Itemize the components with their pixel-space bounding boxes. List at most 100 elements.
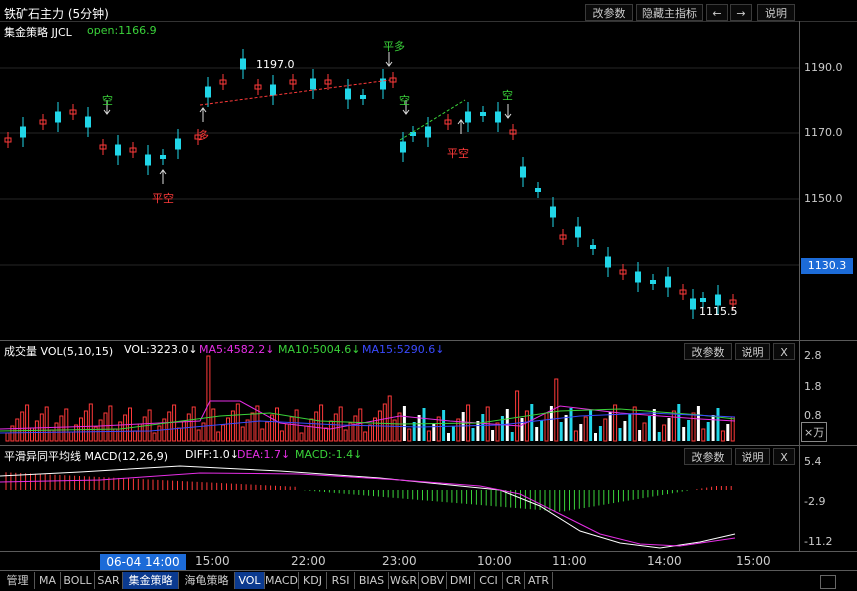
volume-bar xyxy=(324,427,328,442)
time-label-1400: 14:00 xyxy=(647,554,682,568)
candle-body xyxy=(495,111,501,123)
params-button[interactable]: 改参数 xyxy=(585,4,633,21)
time-cursor-badge: 06-04 14:00 xyxy=(100,554,186,570)
tab-0[interactable]: 管理 xyxy=(1,572,35,589)
candle-body xyxy=(115,144,121,156)
tab-13[interactable]: DMI xyxy=(447,572,475,589)
volume-bar xyxy=(652,409,656,441)
tab-15[interactable]: CR xyxy=(503,572,525,589)
volume-bar xyxy=(216,431,221,442)
hide-indicator-button[interactable]: 隐藏主指标 xyxy=(636,4,703,21)
volume-bar xyxy=(422,408,426,441)
signal-kong-1: 空 xyxy=(102,94,113,107)
volume-bar xyxy=(530,404,534,441)
back-arrow-icon[interactable]: ← xyxy=(706,4,728,21)
volume-bar xyxy=(417,415,421,441)
candle-body xyxy=(20,126,26,138)
volume-bar xyxy=(642,422,647,442)
tab-7[interactable]: MACD xyxy=(265,572,299,589)
candle-body xyxy=(535,188,541,192)
volume-bar xyxy=(638,430,642,441)
help-button[interactable]: 说明 xyxy=(757,4,795,21)
volume-bar xyxy=(682,427,686,441)
volume-bar xyxy=(265,421,270,442)
volume-bar xyxy=(598,426,602,441)
volume-bar xyxy=(206,355,211,442)
volume-bar xyxy=(88,403,93,442)
volume-bar xyxy=(59,415,64,442)
volume-bar xyxy=(407,428,412,442)
candle-body xyxy=(205,86,211,98)
volume-bar xyxy=(520,418,524,441)
volume-bar xyxy=(177,427,181,442)
volume-bar xyxy=(447,433,450,441)
volume-bar xyxy=(279,430,284,442)
volume-label-2-8: 2.8 xyxy=(804,349,822,362)
tab-12[interactable]: OBV xyxy=(419,572,447,589)
candle-body xyxy=(240,58,246,70)
volume-bar xyxy=(250,412,255,442)
volume-bar xyxy=(726,424,730,441)
volume-bar xyxy=(554,378,559,442)
volume-bar xyxy=(491,430,495,441)
volume-bar xyxy=(573,430,578,442)
candle-body xyxy=(480,112,486,116)
tabs-border xyxy=(0,570,857,571)
candle-body xyxy=(650,280,656,284)
tab-11[interactable]: W&R xyxy=(389,572,419,589)
resize-grip-icon[interactable] xyxy=(820,575,836,589)
volume-bar xyxy=(103,412,108,442)
tab-9[interactable]: RSI xyxy=(327,572,355,589)
volume-bar xyxy=(426,430,431,442)
volume-bar xyxy=(69,431,74,442)
volume-bar xyxy=(618,428,622,441)
time-label-1500: 15:00 xyxy=(195,554,230,568)
tab-2[interactable]: BOLL xyxy=(61,572,95,589)
candle-body xyxy=(550,206,556,218)
macd-chart xyxy=(0,465,736,549)
candle-body xyxy=(425,126,431,138)
signal-kong-3: 空 xyxy=(502,89,513,102)
volume-bar xyxy=(535,427,539,441)
volume-bar xyxy=(284,423,289,442)
volume-bar xyxy=(181,420,186,442)
volume-bar xyxy=(594,433,597,441)
forward-arrow-icon[interactable]: → xyxy=(730,4,752,21)
tab-8[interactable]: KDJ xyxy=(299,572,327,589)
volume-bar xyxy=(623,421,627,441)
xaxis-border xyxy=(0,551,857,552)
volume-bar xyxy=(172,404,177,442)
tab-4[interactable]: 集金策略 xyxy=(123,572,179,589)
volume-bar xyxy=(49,429,54,442)
tab-10[interactable]: BIAS xyxy=(355,572,389,589)
volume-bar xyxy=(662,424,667,442)
volume-bar xyxy=(442,410,446,441)
volume-bar xyxy=(74,424,79,442)
volume-bar xyxy=(461,412,465,441)
volume-bar xyxy=(628,414,632,441)
volume-bar xyxy=(304,425,309,442)
volume-bar xyxy=(260,428,265,442)
volume-bar xyxy=(275,407,279,442)
candle-body xyxy=(410,132,416,136)
tab-3[interactable]: SAR xyxy=(95,572,123,589)
volume-bar xyxy=(677,404,681,441)
volume-bar xyxy=(64,408,69,442)
signal-kong-2: 空 xyxy=(399,94,410,107)
candle-body xyxy=(520,166,526,178)
tab-1[interactable]: MA xyxy=(35,572,61,589)
price-label-1170: 1170.0 xyxy=(804,126,843,139)
tab-6[interactable]: VOL xyxy=(235,572,265,589)
price-label-1150: 1150.0 xyxy=(804,192,843,205)
volume-bar xyxy=(34,420,39,442)
tab-5[interactable]: 海龟策略 xyxy=(179,572,235,589)
tab-14[interactable]: CCI xyxy=(475,572,503,589)
volume-bar xyxy=(289,416,294,442)
tab-16[interactable]: ATR xyxy=(525,572,553,589)
volume-bar xyxy=(696,406,700,441)
volume-bar xyxy=(299,432,304,442)
volume-bar xyxy=(579,424,583,441)
candle-body xyxy=(635,271,641,283)
volume-bar xyxy=(471,428,475,441)
volume-bar xyxy=(583,416,588,442)
